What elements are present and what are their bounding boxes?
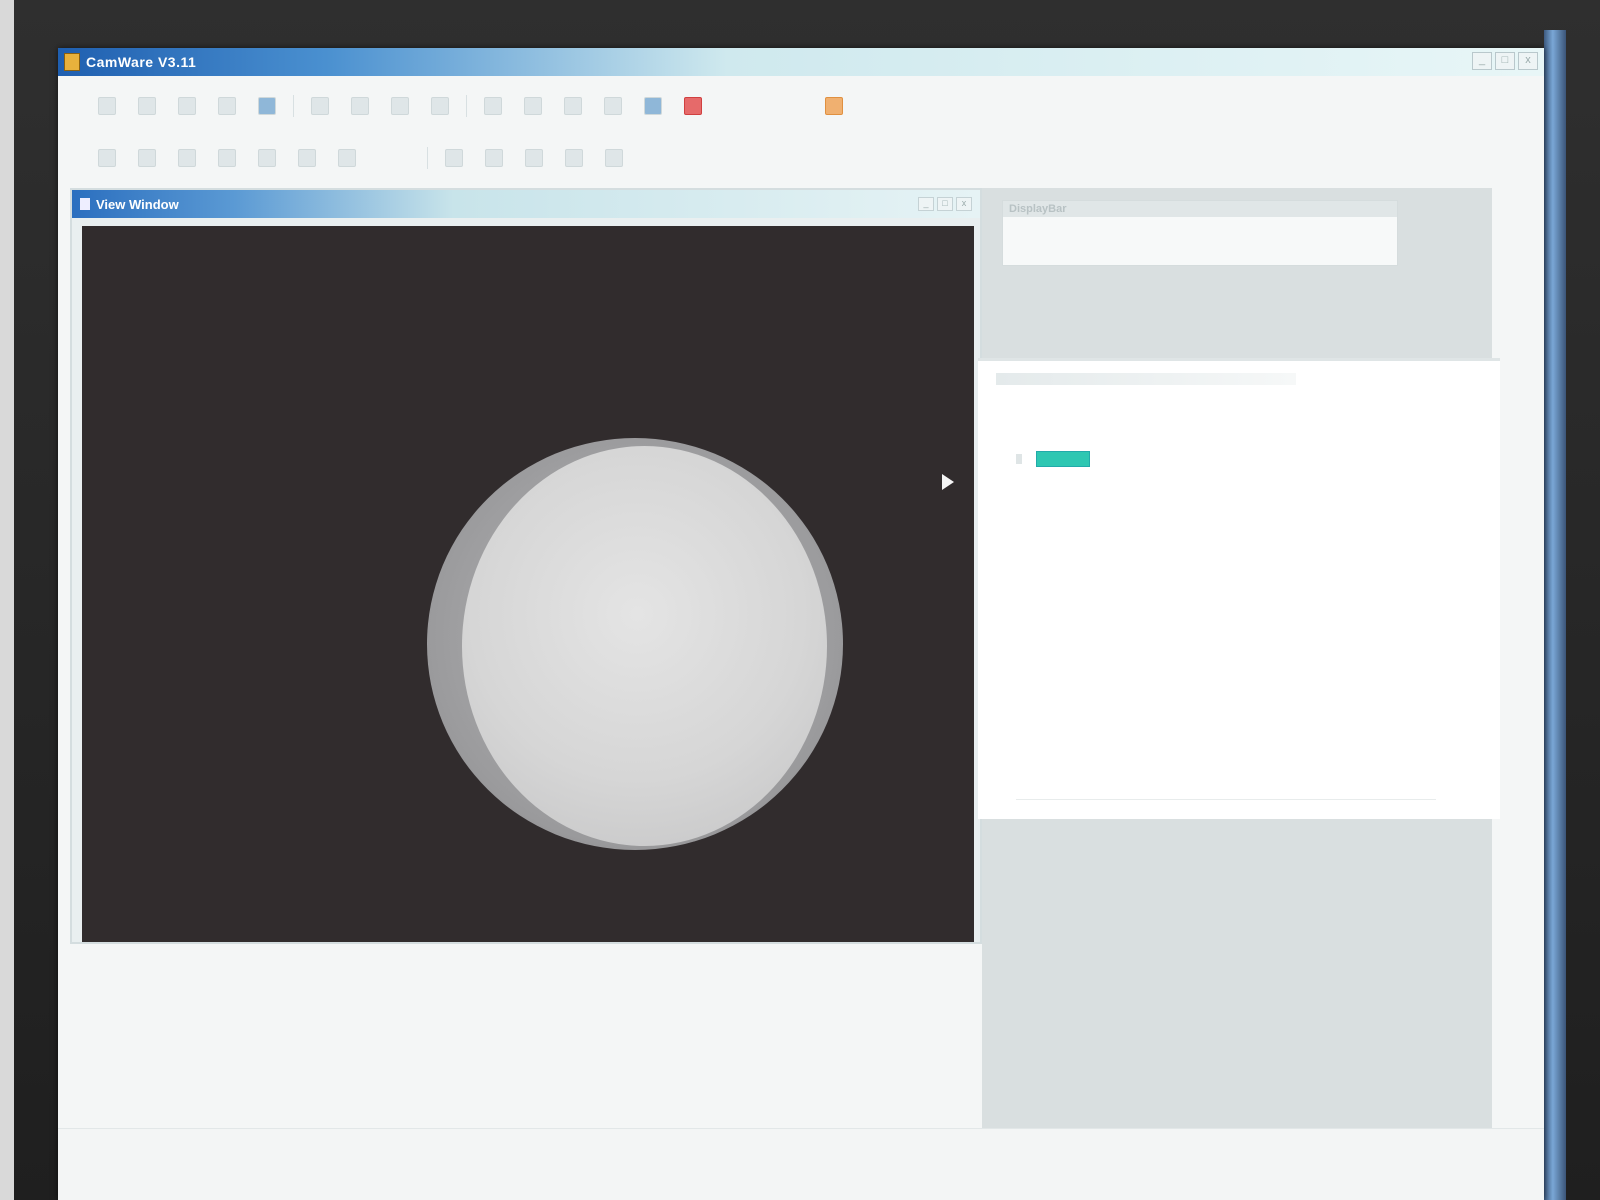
secondary-toolbar [58, 136, 1544, 180]
step-icon[interactable] [431, 97, 449, 115]
copy-icon[interactable] [565, 149, 583, 167]
record-icon[interactable] [311, 97, 329, 115]
view-close-button[interactable]: x [956, 197, 972, 211]
app-icon [64, 53, 80, 71]
histogram-icon[interactable] [564, 97, 582, 115]
print-icon[interactable] [218, 97, 236, 115]
zoom-out-icon[interactable] [524, 97, 542, 115]
view-window-title: View Window [96, 196, 179, 212]
monitor-bezel-left [0, 0, 14, 1200]
zoom-in-icon[interactable] [484, 97, 502, 115]
crop-icon[interactable] [525, 149, 543, 167]
close-button[interactable]: x [1518, 52, 1538, 70]
rectangle-icon[interactable] [178, 149, 196, 167]
arrow-right-icon[interactable] [338, 149, 356, 167]
settings-icon[interactable] [604, 97, 622, 115]
window-controls: _ □ x [1472, 52, 1538, 70]
line-icon[interactable] [218, 149, 236, 167]
view-window-title-bar: View Window _ □ x [72, 190, 980, 218]
open-file-icon[interactable] [138, 97, 156, 115]
save-icon[interactable] [178, 97, 196, 115]
select-icon[interactable] [98, 149, 116, 167]
display-panel-row [1003, 217, 1397, 237]
tool-icon[interactable] [825, 97, 843, 115]
rotate-icon[interactable] [445, 149, 463, 167]
display-panel-title: DisplayBar [1003, 201, 1397, 217]
move-icon[interactable] [138, 149, 156, 167]
alert-icon[interactable] [684, 97, 702, 115]
arrow-left-icon[interactable] [298, 149, 316, 167]
swatch-indicator [1016, 454, 1022, 464]
view-window-icon [80, 198, 90, 210]
screen: CamWare V3.11 _ □ x View Window _ □ x Di… [58, 48, 1544, 1200]
app-title-bar: CamWare V3.11 _ □ x [58, 48, 1544, 76]
view-window-controls: _ □ x [918, 197, 972, 211]
mouse-cursor-icon [942, 474, 954, 490]
paste-icon[interactable] [605, 149, 623, 167]
view-minimize-button[interactable]: _ [918, 197, 934, 211]
measure-icon[interactable] [258, 149, 276, 167]
maximize-button[interactable]: □ [1495, 52, 1515, 70]
bright-disc [462, 446, 827, 846]
color-swatch[interactable] [1036, 451, 1090, 467]
app-title: CamWare V3.11 [86, 54, 197, 70]
toolbar-separator [293, 95, 294, 117]
flip-icon[interactable] [485, 149, 503, 167]
toolbar-separator [427, 147, 428, 169]
toolbar-separator [466, 95, 467, 117]
properties-panel [978, 358, 1500, 819]
minimize-button[interactable]: _ [1472, 52, 1492, 70]
main-toolbar [58, 84, 1544, 128]
color-swatch-row [1016, 451, 1090, 467]
camera-icon[interactable] [258, 97, 276, 115]
status-bar [58, 1128, 1544, 1200]
properties-divider [1016, 799, 1436, 800]
properties-panel-header [996, 373, 1296, 385]
stop-icon[interactable] [391, 97, 409, 115]
monitor-bezel-right [1544, 30, 1566, 1200]
new-file-icon[interactable] [98, 97, 116, 115]
play-icon[interactable] [351, 97, 369, 115]
view-maximize-button[interactable]: □ [937, 197, 953, 211]
camera-image[interactable] [82, 226, 974, 942]
info-icon[interactable] [644, 97, 662, 115]
view-window: View Window _ □ x [70, 188, 982, 944]
display-panel: DisplayBar [1002, 200, 1398, 266]
